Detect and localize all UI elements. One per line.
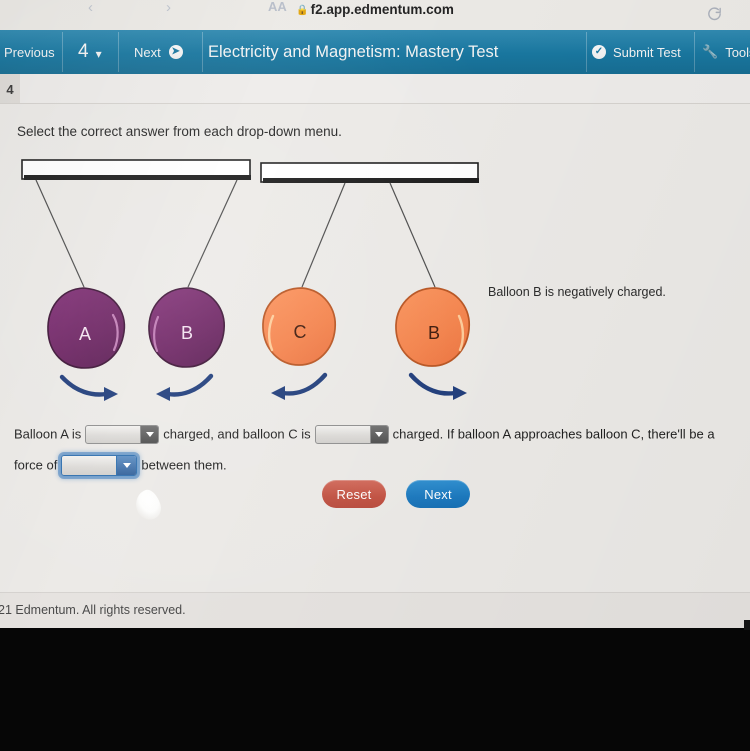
support-bar-right [260,162,479,183]
svg-text:A: A [79,324,91,344]
previous-label: Previous [4,44,55,60]
balloon-diagram: A B C B [0,149,520,444]
question-number-strip: 4 [0,74,750,104]
nav-divider [586,32,587,72]
device-bezel [0,628,750,751]
device-bezel-edge [744,620,750,630]
balloon-b-left: B [148,287,225,368]
arrow-circle-right-icon: ➤ [168,45,183,59]
action-buttons: Reset Next [322,480,470,508]
string-b-right [389,182,436,288]
nav-divider [118,32,119,72]
chevron-down-icon [116,455,137,475]
lock-icon: 🔒 [296,5,309,16]
instruction-text: Select the correct answer from each drop… [17,124,342,139]
arrowhead-b-right [453,386,467,400]
string-a [35,179,85,288]
charge-a-dropdown[interactable] [85,425,160,445]
arrowhead-a [104,387,118,401]
chevron-down-icon [140,426,159,444]
next-nav-button[interactable]: Next ➤ [124,30,193,74]
string-b-left [187,179,238,288]
balloon-c: C [262,287,336,366]
question-number-tab[interactable]: 4 [0,74,20,104]
question-number-label: 4 [78,41,89,62]
tools-label: Tools [725,44,750,60]
copyright-text: 21 Edmentum. All rights reserved. [0,603,186,617]
next-button[interactable]: Next [406,480,470,508]
app-navigation-bar: Previous 4 ▾ Next ➤ Electricity and Magn… [0,30,750,74]
previous-button[interactable]: Previous [0,30,65,74]
url-text: f2.app.edmentum.com [310,2,454,17]
page-footer: 21 Edmentum. All rights reserved. [0,592,750,628]
sentence-part-4: between them. [141,457,227,473]
force-type-dropdown[interactable] [61,454,138,476]
question-content: Select the correct answer from each drop… [0,104,750,592]
submit-test-label: Submit Test [613,44,681,60]
chevron-down-icon [369,426,388,444]
svg-text:B: B [428,323,440,343]
test-title: Electricity and Magnetism: Mastery Test [208,30,498,74]
browser-toolbar: ‹ › AA 🔒 f2.app.edmentum.com [0,0,750,30]
chevron-down-icon: ▾ [95,47,102,61]
submit-test-button[interactable]: ✓ Submit Test [592,30,681,74]
reset-button[interactable]: Reset [322,480,386,508]
wrench-icon: 🔧 [702,44,719,59]
string-c [301,182,346,288]
sentence-part-2: charged, and balloon C is [163,426,311,442]
nav-divider [694,32,695,72]
test-title-label: Electricity and Magnetism: Mastery Test [208,42,499,61]
balloon-a: A [47,287,126,369]
tools-button[interactable]: 🔧 Tools [702,30,750,74]
arrowhead-b-left [156,387,170,401]
nav-divider [202,32,203,72]
balloon-b-right: B [395,287,470,367]
arrow-b-left [165,373,214,397]
reload-icon[interactable] [706,6,723,23]
check-circle-icon: ✓ [592,45,606,59]
arrow-a-right [59,374,109,397]
support-bar-left [21,159,251,180]
sentence-part-1: Balloon A is [14,426,82,442]
screen-glare [131,487,165,523]
svg-text:B: B [181,323,193,343]
svg-text:C: C [294,322,307,342]
balloon-b-note: Balloon B is negatively charged. [488,285,666,299]
nav-divider [62,32,63,72]
question-selector[interactable]: 4 ▾ [68,30,112,74]
next-nav-label: Next [134,44,161,60]
charge-c-dropdown[interactable] [314,425,389,445]
arrow-c-left [280,372,328,396]
arrow-b-right [408,372,458,396]
answer-sentence: Balloon A is charged, and balloon C is cha… [14,419,744,480]
address-bar[interactable]: 🔒 f2.app.edmentum.com [0,0,750,22]
tablet-screen: ‹ › AA 🔒 f2.app.edmentum.com Previous 4 ▾… [0,0,750,628]
arrowhead-c [271,386,285,400]
